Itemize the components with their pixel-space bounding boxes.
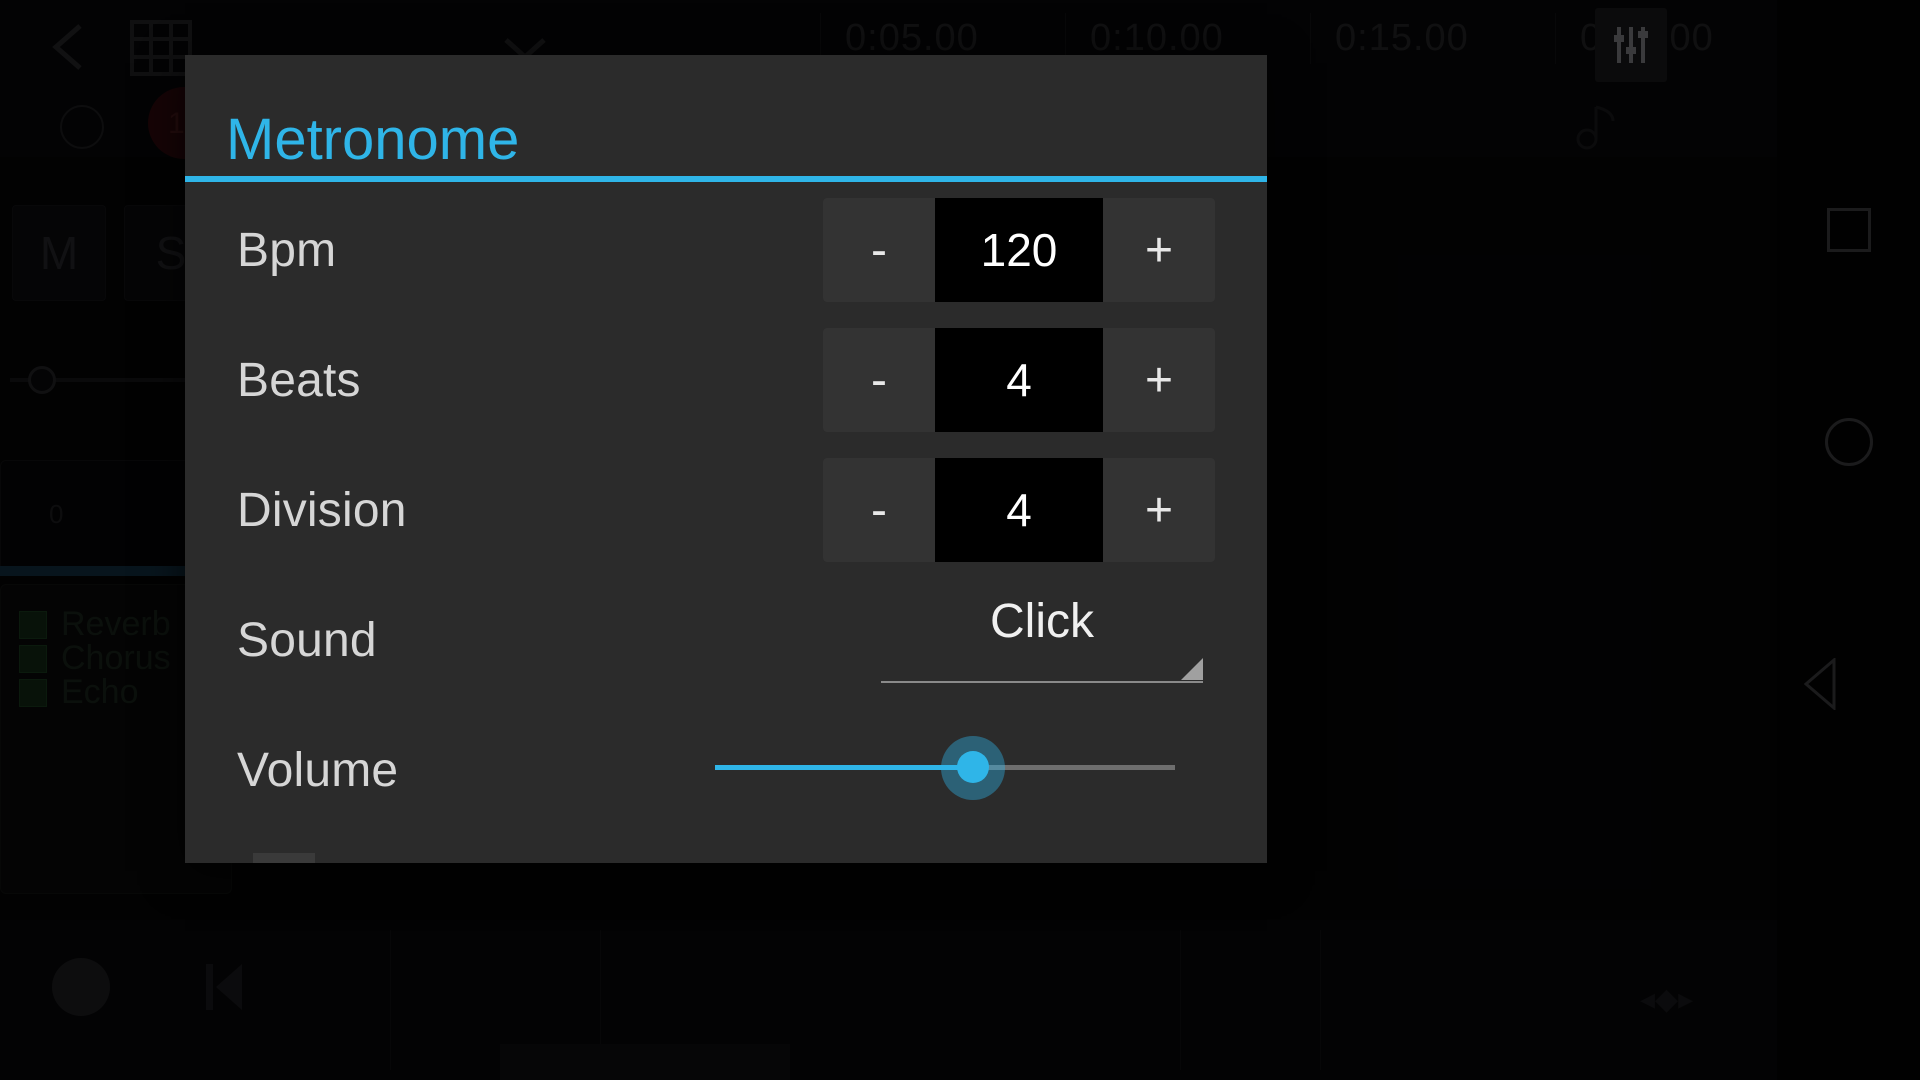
- metronome-dialog: Metronome Bpm - 120 + Beats - 4 + Divisi…: [185, 55, 1267, 863]
- dropdown-arrow-icon: [1181, 658, 1203, 680]
- dialog-body: Bpm - 120 + Beats - 4 + Division - 4 + S…: [185, 178, 1267, 835]
- division-increment-button[interactable]: +: [1103, 458, 1215, 562]
- bpm-decrement-button[interactable]: -: [823, 198, 935, 302]
- row-label-sound: Sound: [237, 613, 377, 667]
- sound-dropdown-value: Click: [990, 595, 1094, 648]
- volume-slider-fill: [715, 765, 973, 770]
- dialog-header: Metronome: [185, 55, 1267, 182]
- dialog-title: Metronome: [226, 107, 520, 172]
- volume-slider[interactable]: [715, 736, 1175, 800]
- row-beats: Beats - 4 +: [185, 315, 1267, 445]
- row-label-volume: Volume: [237, 743, 399, 797]
- dialog-bottom-strip: [185, 839, 1267, 863]
- beats-increment-button[interactable]: +: [1103, 328, 1215, 432]
- bpm-stepper: - 120 +: [823, 198, 1215, 302]
- division-decrement-button[interactable]: -: [823, 458, 935, 562]
- dropdown-underline: [881, 681, 1203, 683]
- row-bpm: Bpm - 120 +: [185, 185, 1267, 315]
- row-label-bpm: Bpm: [237, 223, 337, 277]
- bpm-value[interactable]: 120: [935, 198, 1103, 302]
- dialog-bottom-button[interactable]: [253, 853, 315, 863]
- row-division: Division - 4 +: [185, 445, 1267, 575]
- screen-root: 0:05.00 0:10.00 0:15.00 0:20.00 1:: [0, 0, 1920, 1080]
- bpm-increment-button[interactable]: +: [1103, 198, 1215, 302]
- division-value[interactable]: 4: [935, 458, 1103, 562]
- row-sound: Sound Click: [185, 575, 1267, 705]
- row-volume: Volume: [185, 705, 1267, 835]
- division-stepper: - 4 +: [823, 458, 1215, 562]
- volume-slider-thumb[interactable]: [957, 751, 989, 783]
- beats-value[interactable]: 4: [935, 328, 1103, 432]
- row-label-division: Division: [237, 483, 407, 537]
- sound-dropdown[interactable]: Click: [881, 595, 1203, 683]
- row-label-beats: Beats: [237, 353, 361, 407]
- beats-stepper: - 4 +: [823, 328, 1215, 432]
- beats-decrement-button[interactable]: -: [823, 328, 935, 432]
